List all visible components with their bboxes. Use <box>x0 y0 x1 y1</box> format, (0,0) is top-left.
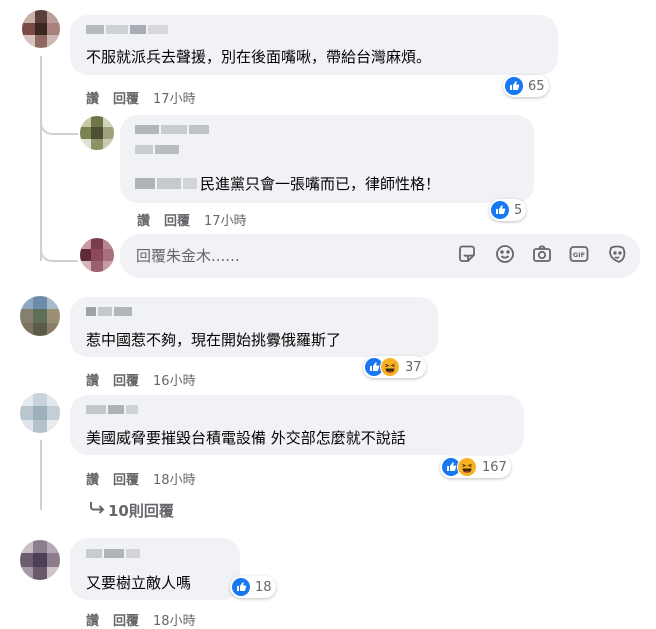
commenter-name[interactable] <box>86 25 168 34</box>
gif-icon[interactable]: GIF <box>568 243 590 265</box>
commenter-name[interactable] <box>86 549 140 558</box>
thread-line <box>40 440 42 510</box>
commenter-name[interactable] <box>86 405 138 414</box>
mentioned-user-blur <box>135 145 179 154</box>
reaction-count: 65 <box>528 78 545 94</box>
timestamp[interactable]: 16小時 <box>153 374 196 389</box>
avatar[interactable] <box>20 393 60 433</box>
comment-text: 又要樹立敵人嗎 <box>86 574 192 592</box>
comment-actions: 讚回覆 18小時 <box>86 469 210 488</box>
haha-reaction-icon <box>380 357 400 377</box>
haha-reaction-icon <box>457 457 477 477</box>
reply-input-placeholder: 回覆朱金木...... <box>136 247 240 265</box>
comment-actions: 讚回覆 16小時 <box>86 370 210 389</box>
reaction-count: 5 <box>514 202 523 218</box>
thread-connector <box>40 240 78 262</box>
comment-text: 民進黨只會一張嘴而已，律師性格！ <box>200 175 441 193</box>
reply-button[interactable]: 回覆 <box>113 473 139 488</box>
reply-button[interactable]: 回覆 <box>113 92 139 107</box>
like-button[interactable]: 讚 <box>86 374 99 389</box>
timestamp[interactable]: 18小時 <box>153 473 196 488</box>
comment-actions: 讚回覆 17小時 <box>137 210 261 229</box>
reaction-summary[interactable]: 37 <box>363 356 426 378</box>
like-button[interactable]: 讚 <box>137 214 150 229</box>
emoji-icon[interactable] <box>494 243 516 265</box>
reaction-summary[interactable]: 5 <box>489 199 527 221</box>
like-reaction-icon <box>491 201 509 219</box>
reply-button[interactable]: 回覆 <box>113 614 139 629</box>
reply-arrow-icon <box>88 500 108 520</box>
reaction-summary[interactable]: 65 <box>503 75 549 97</box>
camera-icon[interactable] <box>531 243 553 265</box>
avatar[interactable] <box>20 540 60 580</box>
reaction-summary[interactable]: 18 <box>230 576 276 598</box>
comment-actions: 讚回覆 18小時 <box>86 610 210 629</box>
reaction-summary[interactable]: 167 <box>440 456 511 478</box>
comment-text: 惹中國惹不夠，現在開始挑釁俄羅斯了 <box>86 331 342 349</box>
commenter-name[interactable] <box>135 125 209 134</box>
more-replies-label: 10則回覆 <box>108 502 174 520</box>
like-button[interactable]: 讚 <box>86 473 99 488</box>
avatar-sticker-icon[interactable] <box>606 243 628 265</box>
view-more-replies-link[interactable]: 10則回覆 <box>88 500 174 521</box>
like-button[interactable]: 讚 <box>86 92 99 107</box>
timestamp[interactable]: 17小時 <box>153 92 196 107</box>
comment-text: 不服就派兵去聲援，別在後面嘴啾，帶給台灣麻煩。 <box>86 48 432 66</box>
like-button[interactable]: 讚 <box>86 614 99 629</box>
thread-connector <box>40 108 78 135</box>
like-reaction-icon <box>505 77 523 95</box>
avatar[interactable] <box>20 296 60 336</box>
reaction-count: 18 <box>255 579 272 595</box>
comment-text: 美國威脅要摧毀台積電設備 外交部怎麼就不說話 <box>86 429 406 447</box>
timestamp[interactable]: 17小時 <box>204 214 247 229</box>
reaction-count: 37 <box>405 359 422 375</box>
avatar[interactable] <box>80 116 114 150</box>
svg-text:GIF: GIF <box>573 251 585 259</box>
comment-actions: 讚回覆 17小時 <box>86 88 210 107</box>
reply-input[interactable]: 回覆朱金木...... GIF <box>120 234 640 278</box>
current-user-avatar <box>80 238 114 272</box>
mentioned-user[interactable] <box>135 178 197 189</box>
thread-line <box>40 56 42 261</box>
avatar[interactable] <box>22 10 60 48</box>
timestamp[interactable]: 18小時 <box>153 614 196 629</box>
reaction-count: 167 <box>482 459 507 475</box>
like-reaction-icon <box>232 578 250 596</box>
reply-button[interactable]: 回覆 <box>113 374 139 389</box>
sticker-icon[interactable] <box>456 243 478 265</box>
reply-button[interactable]: 回覆 <box>164 214 190 229</box>
commenter-name[interactable] <box>86 307 132 316</box>
